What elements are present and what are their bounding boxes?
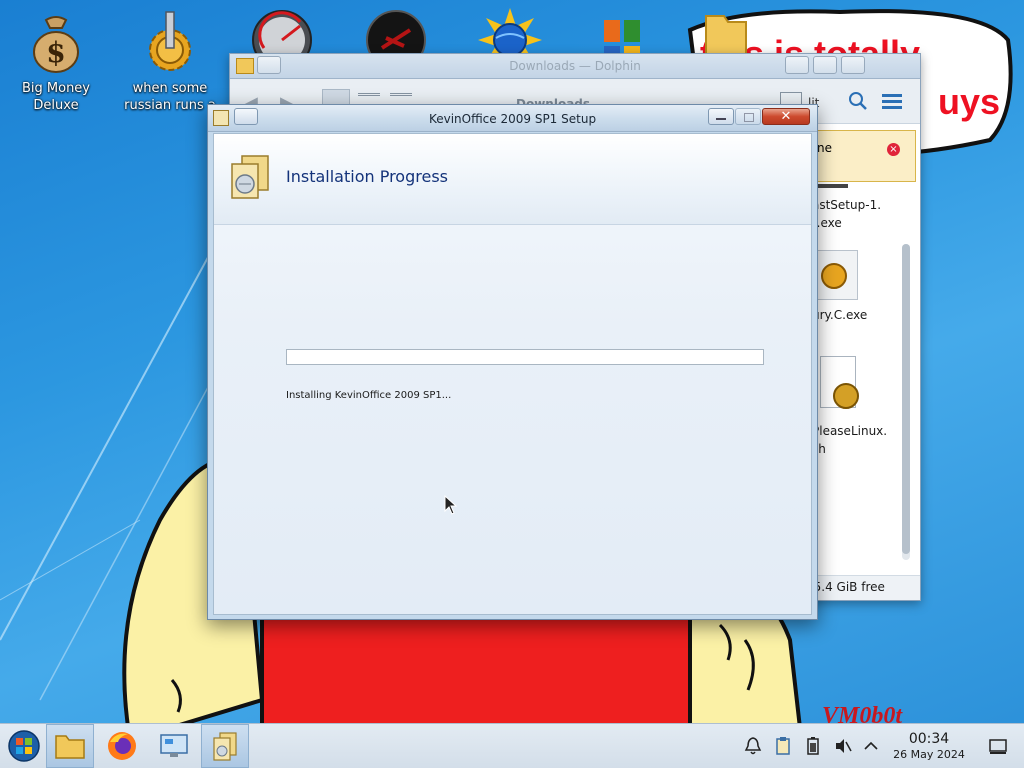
install-progress-bar [286, 349, 764, 365]
maximize-button[interactable] [735, 108, 761, 125]
file-item[interactable]: astSetup-1. ).exe [812, 196, 881, 232]
minimize-icon [716, 118, 726, 120]
minimize-button[interactable] [708, 108, 734, 125]
setup-window[interactable]: KevinOffice 2009 SP1 Setup ✕ Installatio… [207, 104, 818, 620]
dolphin-titlebar[interactable]: Downloads — Dolphin [230, 54, 920, 79]
hamburger-menu-icon[interactable] [882, 93, 902, 111]
maximize-button[interactable] [841, 56, 865, 74]
taskbar [0, 723, 1024, 768]
close-icon: ✕ [780, 109, 792, 124]
desktop-icon-russian-gear[interactable]: when some russian runs a [114, 10, 226, 114]
svg-text:$: $ [46, 36, 65, 69]
gear-icon [833, 383, 859, 409]
taskbar-file-manager[interactable] [46, 724, 94, 768]
setup-content: Installation Progress Installing KevinOf… [213, 133, 812, 615]
gear-icon [149, 11, 191, 71]
money-bag-icon: $ [33, 16, 79, 73]
taskbar-setup[interactable] [201, 724, 249, 768]
volume-muted-icon[interactable] [833, 736, 853, 756]
file-name: astSetup-1. [812, 198, 882, 212]
help-button[interactable] [785, 56, 809, 74]
exe-file-icon[interactable] [812, 250, 858, 300]
file-name: sh [812, 442, 826, 456]
setup-header: Installation Progress [214, 134, 811, 225]
file-manager-icon [55, 735, 85, 759]
control-panel-icon [160, 734, 188, 757]
file-item[interactable]: PleaseLinux. sh [812, 422, 887, 458]
notifications-icon[interactable] [743, 736, 763, 756]
file-name: ).exe [812, 216, 842, 230]
taskbar-control-panel[interactable] [150, 724, 198, 768]
maximize-icon [744, 113, 754, 122]
clock-time[interactable]: 00:34 [890, 731, 968, 747]
file-name: PleaseLinux. [812, 424, 888, 438]
installer-box-icon [231, 155, 269, 199]
search-icon[interactable] [848, 91, 868, 111]
clipboard-icon[interactable] [773, 736, 793, 756]
gear-icon [821, 263, 847, 289]
installer-icon [213, 732, 237, 761]
close-button[interactable]: ✕ [762, 108, 810, 125]
close-notification-icon[interactable]: × [887, 143, 900, 156]
clock-date[interactable]: 26 May 2024 [880, 748, 978, 761]
install-status-text: Installing KevinOffice 2009 SP1... [286, 390, 452, 401]
script-file-icon[interactable] [820, 356, 859, 409]
wallpaper-caption-line2: uys [938, 81, 1001, 122]
notification-banner: ne × [810, 130, 916, 182]
scrollbar-track[interactable] [902, 244, 910, 560]
start-button[interactable] [0, 724, 48, 768]
setup-titlebar[interactable]: KevinOffice 2009 SP1 Setup ✕ [208, 105, 817, 132]
minimize-button[interactable] [813, 56, 837, 74]
tray-expand-icon[interactable] [861, 736, 881, 756]
page-title: Installation Progress [286, 167, 448, 186]
desktop-icon-big-money-deluxe[interactable]: $ Big Money Deluxe [0, 10, 112, 114]
start-orb-icon [8, 730, 40, 762]
battery-icon[interactable] [803, 736, 823, 756]
notification-text: ne [817, 141, 832, 155]
file-thumbnail-edge [818, 184, 848, 188]
desktop-icon-label: Big Money Deluxe [21, 81, 90, 113]
firefox-icon [108, 732, 136, 760]
taskbar-firefox[interactable] [98, 724, 146, 768]
scrollbar-thumb[interactable] [902, 244, 910, 554]
mouse-cursor-icon [444, 495, 458, 515]
show-desktop-icon[interactable] [988, 736, 1008, 756]
file-name[interactable]: ury.C.exe [812, 308, 867, 322]
